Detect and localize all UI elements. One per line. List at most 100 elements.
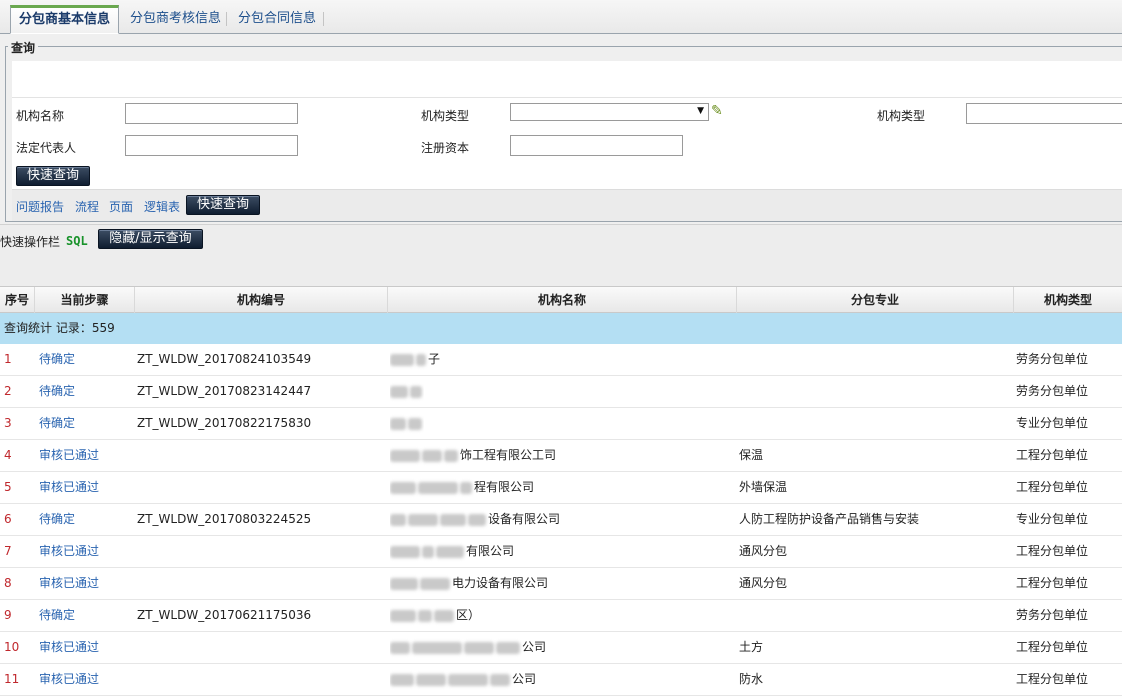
row-org-code: ZT_WLDW_20170823142447 bbox=[137, 384, 312, 398]
row-step-link[interactable]: 审核已通过 bbox=[39, 632, 99, 663]
redacted-text bbox=[390, 577, 418, 590]
row-org-name: 设备有限公司 bbox=[390, 504, 560, 535]
link-workflow[interactable]: 流程 bbox=[75, 198, 99, 215]
header-org-name[interactable]: 机构名称 bbox=[388, 287, 737, 313]
row-org-name-text: 子 bbox=[428, 352, 441, 366]
table-row[interactable]: 10 审核已通过 公司 土方 工程分包单位 bbox=[0, 632, 1122, 664]
row-step-link[interactable]: 待确定 bbox=[39, 504, 75, 535]
row-org-name: 子 bbox=[390, 344, 440, 375]
quick-operation-bar: 快速操作栏 SQL 隐藏/显示查询 bbox=[0, 224, 1122, 286]
header-index[interactable]: 序号 bbox=[0, 287, 35, 313]
row-step-link[interactable]: 审核已通过 bbox=[39, 536, 99, 567]
row-org-type: 工程分包单位 bbox=[1016, 672, 1089, 686]
org-type-select[interactable]: ▼ bbox=[510, 103, 709, 121]
redacted-text bbox=[490, 673, 510, 686]
redacted-text bbox=[496, 641, 520, 654]
org-type2-input[interactable] bbox=[966, 103, 1122, 124]
row-org-name: 电力设备有限公司 bbox=[390, 568, 548, 599]
redacted-text bbox=[416, 353, 426, 366]
org-type-label: 机构类型 bbox=[421, 109, 470, 123]
query-statistics: 查询统计 记录：559 bbox=[0, 313, 1122, 344]
redacted-text bbox=[464, 641, 494, 654]
redacted-text bbox=[390, 385, 408, 398]
table-header: 序号 当前步骤 机构编号 机构名称 分包专业 机构类型 bbox=[0, 286, 1122, 313]
row-org-name-text: 电力设备有限公司 bbox=[452, 576, 549, 590]
row-org-name-text: 公司 bbox=[512, 672, 537, 686]
table-row[interactable]: 6 待确定 ZT_WLDW_20170803224525 设备有限公司 人防工程防护设备… bbox=[0, 504, 1122, 536]
row-index: 5 bbox=[4, 480, 12, 494]
header-step[interactable]: 当前步骤 bbox=[35, 287, 135, 313]
quick-search-button-2[interactable]: 快速查询 bbox=[186, 195, 260, 215]
table-row[interactable]: 4 审核已通过 饰工程有限公工司 保温 工程分包单位 bbox=[0, 440, 1122, 472]
row-org-name-text: 程有限公司 bbox=[474, 480, 535, 494]
table-row[interactable]: 2 待确定 ZT_WLDW_20170823142447 劳务分包单位 bbox=[0, 376, 1122, 408]
row-org-type: 工程分包单位 bbox=[1016, 480, 1089, 494]
redacted-text bbox=[422, 545, 434, 558]
row-step-link[interactable]: 审核已通过 bbox=[39, 472, 99, 503]
redacted-text bbox=[460, 481, 472, 494]
capital-input[interactable] bbox=[510, 135, 683, 156]
row-step-link[interactable]: 审核已通过 bbox=[39, 568, 99, 599]
row-step-link[interactable]: 审核已通过 bbox=[39, 440, 99, 471]
row-step-link[interactable]: 待确定 bbox=[39, 376, 75, 407]
row-step-link[interactable]: 待确定 bbox=[39, 408, 75, 439]
table-row[interactable]: 7 审核已通过 有限公司 通风分包 工程分包单位 bbox=[0, 536, 1122, 568]
table-row[interactable]: 11 审核已通过 公司 防水 工程分包单位 bbox=[0, 664, 1122, 696]
redacted-text bbox=[408, 513, 438, 526]
redacted-text bbox=[422, 449, 442, 462]
tab-subcontractor-assessment[interactable]: 分包商考核信息 bbox=[122, 5, 229, 34]
header-org-code[interactable]: 机构编号 bbox=[135, 287, 388, 313]
row-org-name bbox=[390, 408, 424, 439]
link-logic-table[interactable]: 逻辑表 bbox=[144, 198, 180, 215]
row-org-type: 劳务分包单位 bbox=[1016, 384, 1089, 398]
row-specialty: 通风分包 bbox=[739, 544, 788, 558]
row-step-link[interactable]: 待确定 bbox=[39, 344, 75, 375]
redacted-text bbox=[468, 513, 486, 526]
tab-subcontractor-basic-info[interactable]: 分包商基本信息 bbox=[10, 5, 119, 34]
row-step-link[interactable]: 待确定 bbox=[39, 600, 75, 631]
row-specialty: 通风分包 bbox=[739, 576, 788, 590]
row-org-type: 劳务分包单位 bbox=[1016, 608, 1089, 622]
header-org-type[interactable]: 机构类型 bbox=[1014, 287, 1122, 313]
row-index: 11 bbox=[4, 672, 20, 686]
link-page[interactable]: 页面 bbox=[109, 198, 133, 215]
row-index: 1 bbox=[4, 352, 12, 366]
redacted-text bbox=[444, 449, 458, 462]
redacted-text bbox=[440, 513, 466, 526]
row-step-link[interactable]: 审核已通过 bbox=[39, 664, 99, 695]
org-name-label: 机构名称 bbox=[16, 109, 65, 123]
query-body: 机构名称 机构类型 ▼ ✎ 机构类型 法定代表人 注册资本 快速查询 问题报告 … bbox=[12, 61, 1122, 221]
chevron-down-icon: ▼ bbox=[697, 106, 704, 116]
row-org-name: 有限公司 bbox=[390, 536, 514, 567]
header-subcontract-specialty[interactable]: 分包专业 bbox=[737, 287, 1014, 313]
tab-divider bbox=[226, 12, 227, 26]
table-row[interactable]: 8 审核已通过 电力设备有限公司 通风分包 工程分包单位 bbox=[0, 568, 1122, 600]
row-org-type: 专业分包单位 bbox=[1016, 512, 1089, 526]
row-org-code: ZT_WLDW_20170621175036 bbox=[137, 608, 312, 622]
redacted-text bbox=[390, 449, 420, 462]
row-index: 3 bbox=[4, 416, 12, 430]
table-row[interactable]: 5 审核已通过 程有限公司 外墙保温 工程分包单位 bbox=[0, 472, 1122, 504]
table-row[interactable]: 3 待确定 ZT_WLDW_20170822175830 专业分包单位 bbox=[0, 408, 1122, 440]
table-row[interactable]: 1 待确定 ZT_WLDW_20170824103549 子 劳务分包单位 bbox=[0, 344, 1122, 376]
quick-search-button[interactable]: 快速查询 bbox=[16, 166, 90, 186]
row-index: 9 bbox=[4, 608, 12, 622]
query-fields: 机构名称 机构类型 ▼ ✎ 机构类型 法定代表人 注册资本 bbox=[12, 97, 1122, 161]
redacted-text bbox=[416, 673, 446, 686]
org-name-input[interactable] bbox=[125, 103, 298, 124]
row-index: 8 bbox=[4, 576, 12, 590]
tab-subcontract-info[interactable]: 分包合同信息 bbox=[230, 5, 324, 34]
redacted-text bbox=[434, 609, 454, 622]
legal-rep-input[interactable] bbox=[125, 135, 298, 156]
row-org-name-text: 有限公司 bbox=[466, 544, 515, 558]
link-issue-report[interactable]: 问题报告 bbox=[16, 198, 64, 215]
toggle-query-button[interactable]: 隐藏/显示查询 bbox=[98, 229, 203, 249]
row-index: 7 bbox=[4, 544, 12, 558]
row-org-name-text: 公司 bbox=[522, 640, 547, 654]
pencil-icon[interactable]: ✎ bbox=[711, 103, 723, 119]
row-specialty: 土方 bbox=[739, 640, 764, 654]
sql-link[interactable]: SQL bbox=[66, 234, 88, 248]
row-org-name: 程有限公司 bbox=[390, 472, 534, 503]
table-row[interactable]: 9 待确定 ZT_WLDW_20170621175036 区） 劳务分包单位 bbox=[0, 600, 1122, 632]
row-org-type: 专业分包单位 bbox=[1016, 416, 1089, 430]
